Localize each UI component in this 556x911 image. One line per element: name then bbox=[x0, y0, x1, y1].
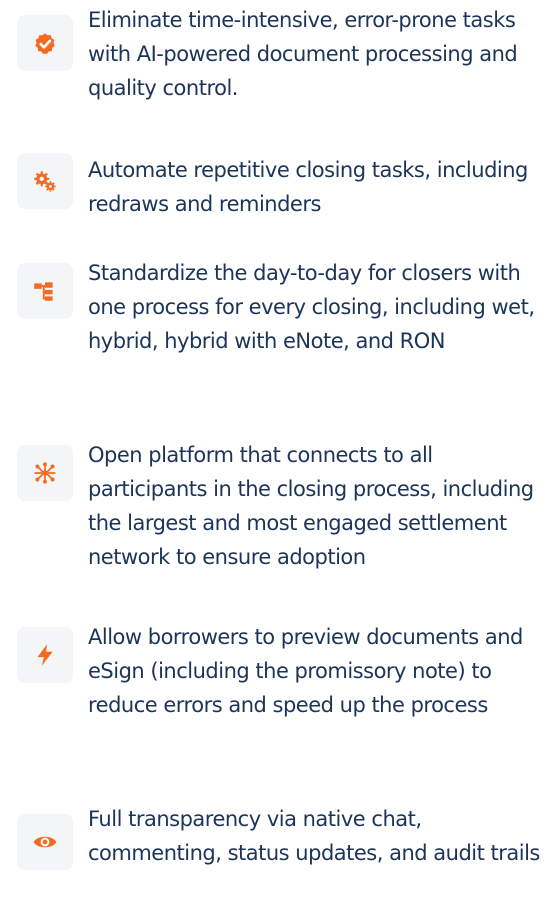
network-icon bbox=[17, 445, 73, 501]
feature-text: Eliminate time-intensive, error-prone ta… bbox=[88, 8, 518, 100]
feature-text: Allow borrowers to preview documents and… bbox=[88, 625, 523, 717]
feature-text: Full transparency via native chat, comme… bbox=[88, 807, 540, 865]
eye-icon bbox=[17, 814, 73, 870]
feature-list: Eliminate time-intensive, error-prone ta… bbox=[0, 0, 556, 911]
lightning-bolt-icon bbox=[17, 627, 73, 683]
feature-text: Automate repetitive closing tasks, inclu… bbox=[88, 158, 528, 216]
hierarchy-icon bbox=[17, 263, 73, 319]
verified-badge-icon bbox=[17, 15, 73, 71]
feature-text: Open platform that connects to all parti… bbox=[88, 443, 534, 569]
gears-icon bbox=[17, 153, 73, 209]
feature-text: Standardize the day-to-day for closers w… bbox=[88, 261, 535, 353]
